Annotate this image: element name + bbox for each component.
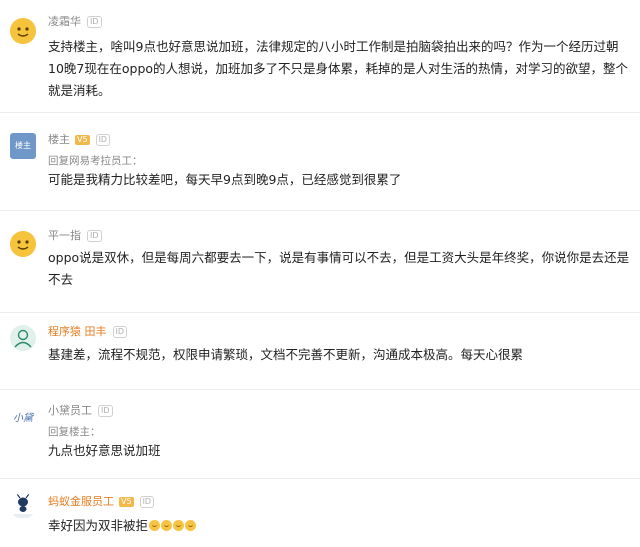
comment-item: 楼主 楼主 V5 ID 回复网易考拉员工： 可能是我精力比较差吧，每天早9点到晚9点…	[0, 113, 640, 210]
grin-emoji-icon	[149, 520, 161, 531]
avatar[interactable]	[10, 231, 36, 257]
comment-item: 程序猿 田丰 ID 基建差，流程不规范，权限申请繁琐，文档不完善不更新，沟通成本极…	[0, 313, 640, 389]
id-badge: ID	[139, 496, 155, 508]
avatar[interactable]	[10, 493, 36, 519]
reply-to-label: 回复楼主：	[48, 426, 101, 438]
ant-logo-icon	[12, 493, 34, 518]
id-badge: ID	[95, 134, 111, 146]
comment-text: 可能是我精力比较差吧，每天早9点到晚9点，已经感觉到很累了	[48, 172, 402, 187]
reply-to-label: 回复网易考拉员工：	[48, 155, 143, 167]
grin-emoji-icon	[161, 520, 173, 531]
comment-item: 凌霜华 ID 支持楼主，啥叫9点也好意思说加班，法律规定的八小时工作制是拍脑袋拍出…	[0, 0, 640, 112]
username[interactable]: 楼主 V5 ID	[48, 131, 111, 147]
id-badge: ID	[98, 405, 113, 417]
avatar[interactable]: 楼主	[10, 133, 36, 159]
id-badge: ID	[87, 230, 102, 242]
comment-text: oppo说是双休，但是每周六都要去一下，说是有事情可以不去，但是工资大头是年终奖…	[48, 250, 630, 287]
username[interactable]: 程序猿 田丰 ID	[48, 323, 128, 339]
comment-item: 平一指 ID oppo说是双休，但是每周六都要去一下，说是有事情可以不去，但是工资…	[0, 211, 640, 312]
username-label[interactable]: 楼主	[48, 133, 70, 146]
grin-emoji-icon	[173, 520, 185, 531]
avatar[interactable]: 小黛	[10, 406, 36, 432]
username[interactable]: 平一指 ID	[48, 227, 102, 243]
comment-text: 幸好因为双非被拒	[48, 515, 632, 537]
id-badge: ID	[87, 16, 102, 28]
username[interactable]: 小黛员工 ID	[48, 402, 113, 418]
comment-text: 基建差，流程不规范，权限申请繁琐，文档不完善不更新，沟通成本极高。每天心很累	[48, 347, 524, 362]
person-avatar-icon	[10, 325, 36, 351]
comment-text: 九点也好意思说加班	[48, 443, 161, 458]
comment-item: 小黛 小黛员工 ID 回复楼主： 九点也好意思说加班	[0, 390, 640, 478]
username-label[interactable]: 蚂蚁金服员工	[48, 495, 114, 508]
comment-item: 蚂蚁金服员工 V5 ID 幸好因为双非被拒	[0, 479, 640, 547]
comment-text-body: 幸好因为双非被拒	[48, 518, 149, 533]
avatar[interactable]	[10, 18, 36, 44]
username-label[interactable]: 程序猿 田丰	[48, 325, 107, 338]
smiley-avatar-icon	[10, 231, 36, 257]
username-label[interactable]: 小黛员工	[48, 404, 92, 417]
username[interactable]: 蚂蚁金服员工 V5 ID	[48, 493, 155, 509]
id-badge: ID	[112, 326, 128, 338]
username-label[interactable]: 平一指	[48, 229, 81, 242]
vip-badge: V5	[119, 497, 134, 507]
comment-text: 支持楼主，啥叫9点也好意思说加班，法律规定的八小时工作制是拍脑袋拍出来的吗？作为…	[48, 39, 629, 98]
grin-emoji-icon	[185, 520, 197, 531]
vip-badge: V5	[75, 135, 90, 145]
avatar[interactable]	[10, 325, 36, 351]
smiley-avatar-icon	[10, 18, 36, 44]
username-label[interactable]: 凌霜华	[48, 15, 81, 28]
username[interactable]: 凌霜华 ID	[48, 13, 102, 29]
